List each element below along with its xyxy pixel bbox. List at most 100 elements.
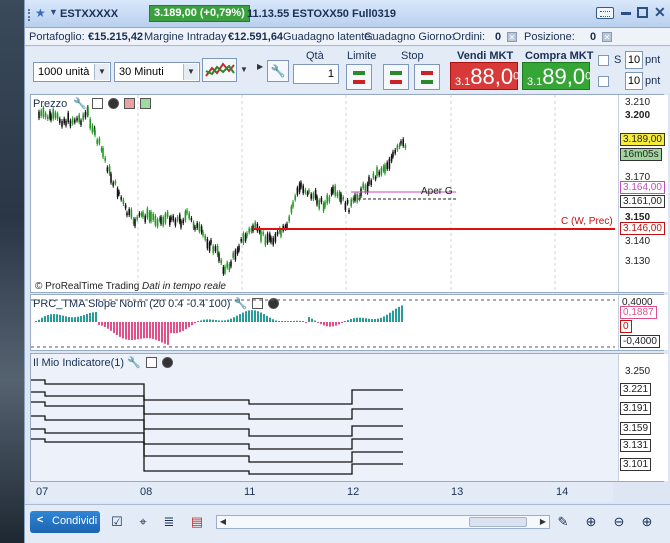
- drag-grip-icon[interactable]: [28, 9, 32, 21]
- candle-body: [392, 151, 394, 157]
- cursor-icon[interactable]: ⌖: [135, 514, 151, 530]
- custom-indicator-panel[interactable]: Il Mio Indicatore(1) 🔧 3.250 3.221 3.191…: [30, 353, 668, 482]
- maximize-icon[interactable]: [637, 7, 648, 18]
- list-icon[interactable]: ≣: [161, 514, 177, 530]
- zoom-in-icon[interactable]: ⊕: [639, 514, 655, 530]
- slope-bar: [362, 317, 364, 322]
- slope-bar: [389, 312, 391, 322]
- time-axis[interactable]: 07 08 11 12 13 14: [30, 482, 613, 502]
- scroll-left-icon[interactable]: ◀: [217, 516, 229, 528]
- slope-bar: [308, 316, 310, 322]
- limit-checkbox[interactable]: [598, 76, 609, 87]
- candle-body: [344, 202, 347, 210]
- slope-bar: [38, 319, 40, 322]
- slope-bar: [254, 310, 256, 322]
- title-bar[interactable]: ★ ▼ ESTXXXXX 3.189,00 (+0,79%) 11.13.55 …: [25, 0, 670, 28]
- candle-body: [142, 212, 144, 218]
- stop-buy-button[interactable]: [383, 64, 409, 90]
- close-line-label: C (W, Prec): [561, 216, 613, 227]
- candle-body: [224, 266, 226, 273]
- order-settings-button[interactable]: 🔧: [267, 60, 289, 82]
- buy-market-button[interactable]: 3.189,00: [522, 62, 591, 90]
- candle-body: [40, 110, 42, 117]
- candle-body: [370, 180, 372, 185]
- chevron-down-icon: ▼: [94, 64, 109, 80]
- indicator-chart[interactable]: [31, 354, 615, 481]
- slope-bar: [188, 322, 190, 328]
- share-button[interactable]: Condividi: [30, 511, 100, 533]
- price-scale[interactable]: 3.210 3.200 3.189,00 16m05s 3.170 3.164,…: [618, 95, 668, 292]
- price-chart[interactable]: [31, 95, 615, 292]
- candle-body: [84, 112, 87, 118]
- limit-points-input[interactable]: 10: [625, 72, 643, 90]
- checklist-icon[interactable]: ☑: [109, 514, 125, 530]
- candle-body: [286, 223, 288, 229]
- margin-value: €12.591,64: [228, 31, 284, 43]
- candle-body: [374, 177, 377, 180]
- open-line-label: Aper G: [421, 186, 453, 197]
- zoom-out-icon[interactable]: ⊖: [611, 514, 627, 530]
- slope-panel[interactable]: PRC_TMA Slope Norm (20 0.4 -0.4 100) 🔧 0…: [30, 294, 668, 351]
- chevron-down-icon[interactable]: ▼: [49, 7, 58, 17]
- candle-body: [112, 182, 114, 186]
- candle-body: [180, 220, 182, 228]
- candle-body: [272, 237, 274, 245]
- slope-bar: [194, 322, 196, 324]
- scroll-thumb[interactable]: [469, 517, 527, 527]
- slope-bar: [347, 320, 349, 322]
- indicator-scale[interactable]: 3.250 3.221 3.191 3.159 3.131 3.101: [618, 354, 668, 481]
- candles-icon[interactable]: ▤: [189, 514, 205, 530]
- stop-points-input[interactable]: 10: [625, 51, 643, 69]
- candle-body: [80, 120, 82, 125]
- slope-scale[interactable]: 0,4000 0,1887 0 -0,4000: [618, 295, 668, 350]
- favorite-star-icon[interactable]: ★: [35, 7, 47, 19]
- zoom-fit-icon[interactable]: ⊕: [583, 514, 599, 530]
- candle-body: [126, 212, 128, 216]
- scroll-right-icon[interactable]: ▶: [537, 516, 549, 528]
- chevron-down-icon[interactable]: ▼: [238, 58, 250, 82]
- candle-body: [140, 213, 143, 216]
- horizontal-scrollbar[interactable]: ◀ ▶: [216, 515, 550, 529]
- candle-body: [296, 187, 299, 195]
- drawing-tool-icon[interactable]: ✎: [555, 514, 571, 530]
- slope-bar: [332, 322, 334, 327]
- price-panel[interactable]: Prezzo 🔧 © ProRealTime Trading Dati in t…: [30, 94, 668, 293]
- candle-body: [164, 213, 167, 223]
- qty-input[interactable]: 1: [293, 64, 339, 84]
- slope-bar: [209, 319, 211, 322]
- candle-body: [214, 246, 217, 252]
- slope-bar: [359, 317, 361, 322]
- symbol-title[interactable]: ESTXXXXX: [60, 8, 118, 20]
- buy-limit-icon: [353, 71, 365, 75]
- stop-sell-button[interactable]: [414, 64, 440, 90]
- sell-market-button[interactable]: 3.188,00: [450, 62, 519, 90]
- indicators-button[interactable]: [202, 58, 237, 82]
- candle-body: [202, 231, 204, 236]
- expand-arrow-icon[interactable]: ▶: [257, 62, 263, 71]
- sell-price-prefix: 3.1: [455, 76, 471, 88]
- keyboard-icon[interactable]: [596, 7, 614, 19]
- account-info-bar: Portafoglio: €15.215,42 Margine Intraday…: [25, 28, 670, 46]
- interval-select[interactable]: 30 Minuti ▼: [114, 62, 200, 82]
- stop-checkbox[interactable]: [598, 55, 609, 66]
- orders-close-icon[interactable]: ✕: [507, 32, 517, 42]
- close-icon[interactable]: ✕: [654, 4, 666, 21]
- buy-stop-icon: [390, 71, 402, 75]
- slope-bar: [200, 320, 202, 322]
- candle-body: [230, 261, 232, 267]
- candle-body: [376, 167, 378, 176]
- candle-body: [394, 149, 396, 154]
- candle-body: [322, 203, 325, 211]
- position-close-icon[interactable]: ✕: [602, 32, 612, 42]
- candle-body: [71, 118, 74, 124]
- minimize-icon[interactable]: [621, 12, 631, 15]
- candle-body: [294, 195, 296, 200]
- candle-body: [186, 210, 188, 214]
- units-select[interactable]: 1000 unità ▼: [33, 62, 111, 82]
- candle-body: [398, 144, 401, 148]
- candle-body: [364, 185, 367, 192]
- candle-body: [50, 114, 52, 121]
- buy-price-prefix: 3.1: [527, 76, 543, 88]
- slope-chart[interactable]: [31, 295, 615, 350]
- limit-order-button[interactable]: [346, 64, 372, 90]
